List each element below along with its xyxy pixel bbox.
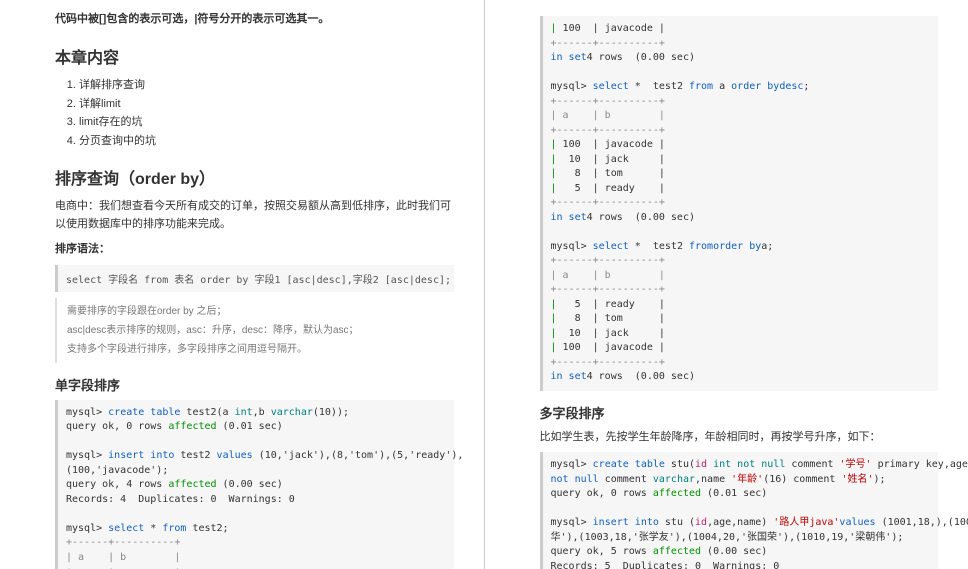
note-line: 需要排序的字段跟在order by 之后； — [67, 302, 444, 321]
toc-item: 分页查询中的坑 — [79, 132, 454, 151]
subsection-heading: 多字段排序 — [540, 403, 939, 422]
syntax-label: 排序语法： — [55, 240, 454, 259]
subsection-heading: 单字段排序 — [55, 375, 454, 394]
toc-item: 详解limit — [79, 95, 454, 114]
toc-list: 详解排序查询 详解limit limit存在的坑 分页查询中的坑 — [55, 76, 454, 151]
subsection-paragraph: 比如学生表，先按学生年龄降序，年龄相同时，再按学号升序，如下： — [540, 428, 939, 447]
syntax-codebox: select 字段名 from 表名 order by 字段1 [asc|des… — [55, 265, 454, 292]
section-paragraph: 电商中：我们想查看今天所有成交的订单，按照交易额从高到低排序，此时我们可以使用数… — [55, 197, 454, 234]
page-right: | 100 | javacode | +------+----------+ i… — [485, 0, 968, 569]
page-left: 代码中被[]包含的表示可选，|符号分开的表示可选其一。 本章内容 详解排序查询 … — [0, 0, 485, 569]
chapter-heading: 本章内容 — [55, 44, 454, 68]
toc-item: 详解排序查询 — [79, 76, 454, 95]
syntax-notes: 需要排序的字段跟在order by 之后； asc|desc表示排序的规则，as… — [55, 298, 454, 363]
terminal-output: | 100 | javacode | +------+----------+ i… — [540, 16, 939, 391]
note-line: asc|desc表示排序的规则，asc：升序，desc：降序，默认为asc； — [67, 321, 444, 340]
terminal-output: mysql> create table stu(id int not null … — [540, 452, 939, 569]
terminal-output: mysql> create table test2(a int,b varcha… — [55, 400, 454, 569]
toc-item: limit存在的坑 — [79, 113, 454, 132]
section-heading: 排序查询（order by） — [55, 165, 454, 189]
note-line: 支持多个字段进行排序，多字段排序之间用逗号隔开。 — [67, 340, 444, 359]
intro-line: 代码中被[]包含的表示可选，|符号分开的表示可选其一。 — [55, 10, 454, 26]
